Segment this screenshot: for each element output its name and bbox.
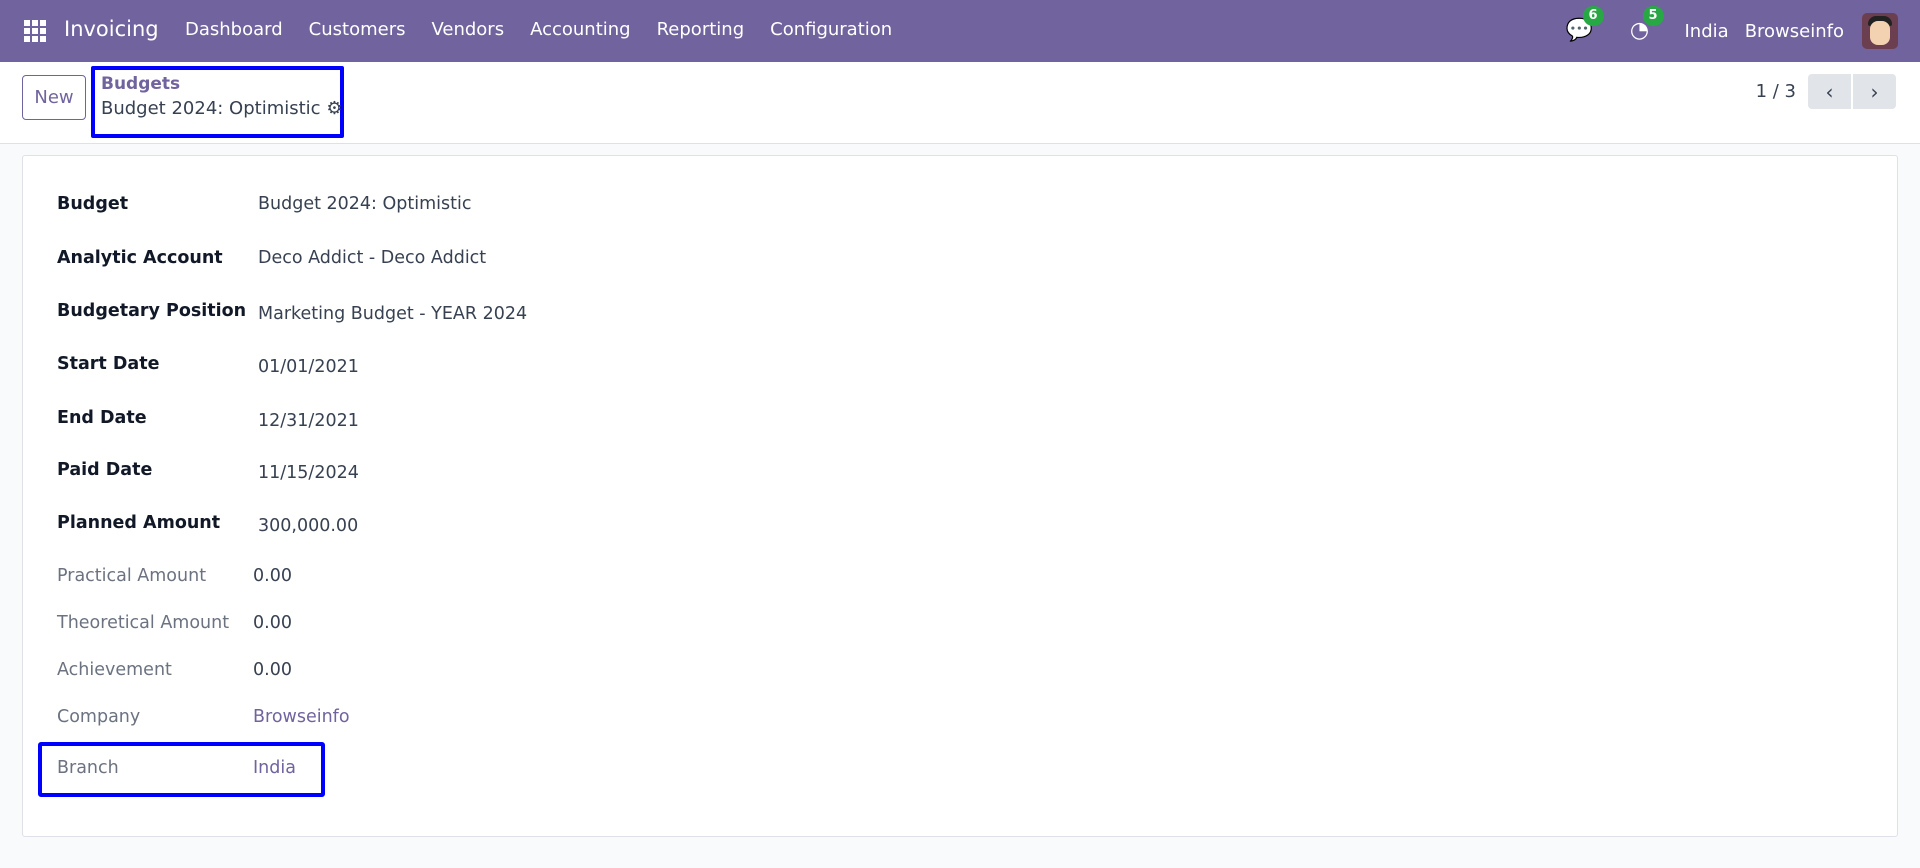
pager-value[interactable]: 1 / 3 [1756, 81, 1796, 102]
app-grid-icon[interactable] [24, 20, 46, 42]
branch-switcher[interactable]: India [1685, 21, 1729, 42]
menu-configuration[interactable]: Configuration [770, 19, 892, 40]
branch-link[interactable]: India [253, 758, 296, 778]
company-link[interactable]: Browseinfo [253, 707, 350, 727]
menu-customers[interactable]: Customers [309, 19, 406, 40]
chevron-right-icon: › [1870, 79, 1879, 104]
form-sheet: Budget Budget 2024: Optimistic Analytic A… [22, 155, 1898, 837]
breadcrumb-budgets[interactable]: Budgets [101, 74, 180, 94]
messages-button[interactable]: 💬 6 [1565, 6, 1604, 46]
record-title: Budget 2024: Optimistic [101, 98, 321, 119]
app-name[interactable]: Invoicing [64, 17, 159, 41]
user-avatar[interactable] [1862, 13, 1898, 49]
gear-icon[interactable]: ⚙ [326, 98, 342, 119]
new-button[interactable]: New [22, 75, 86, 120]
menu-vendors[interactable]: Vendors [431, 19, 504, 40]
activities-badge: 5 [1642, 6, 1664, 26]
pager-previous-button[interactable]: ‹ [1808, 74, 1851, 109]
pager: 1 / 3 ‹ › [1756, 74, 1896, 109]
messages-badge: 6 [1582, 6, 1604, 26]
chevron-left-icon: ‹ [1825, 79, 1834, 104]
main-menu: Dashboard Customers Vendors Accounting R… [185, 19, 918, 40]
top-navbar: Invoicing Dashboard Customers Vendors Ac… [0, 0, 1920, 62]
company-switcher[interactable]: Browseinfo [1745, 21, 1844, 42]
breadcrumb: Budgets Budget 2024: Optimistic ⚙ [91, 66, 344, 138]
menu-dashboard[interactable]: Dashboard [185, 19, 283, 40]
menu-reporting[interactable]: Reporting [657, 19, 745, 40]
activities-button[interactable]: ◔ 5 [1625, 6, 1664, 46]
menu-accounting[interactable]: Accounting [530, 19, 631, 40]
pager-next-button[interactable]: › [1853, 74, 1896, 109]
control-panel: New Budgets Budget 2024: Optimistic ⚙ 1 … [0, 62, 1920, 144]
